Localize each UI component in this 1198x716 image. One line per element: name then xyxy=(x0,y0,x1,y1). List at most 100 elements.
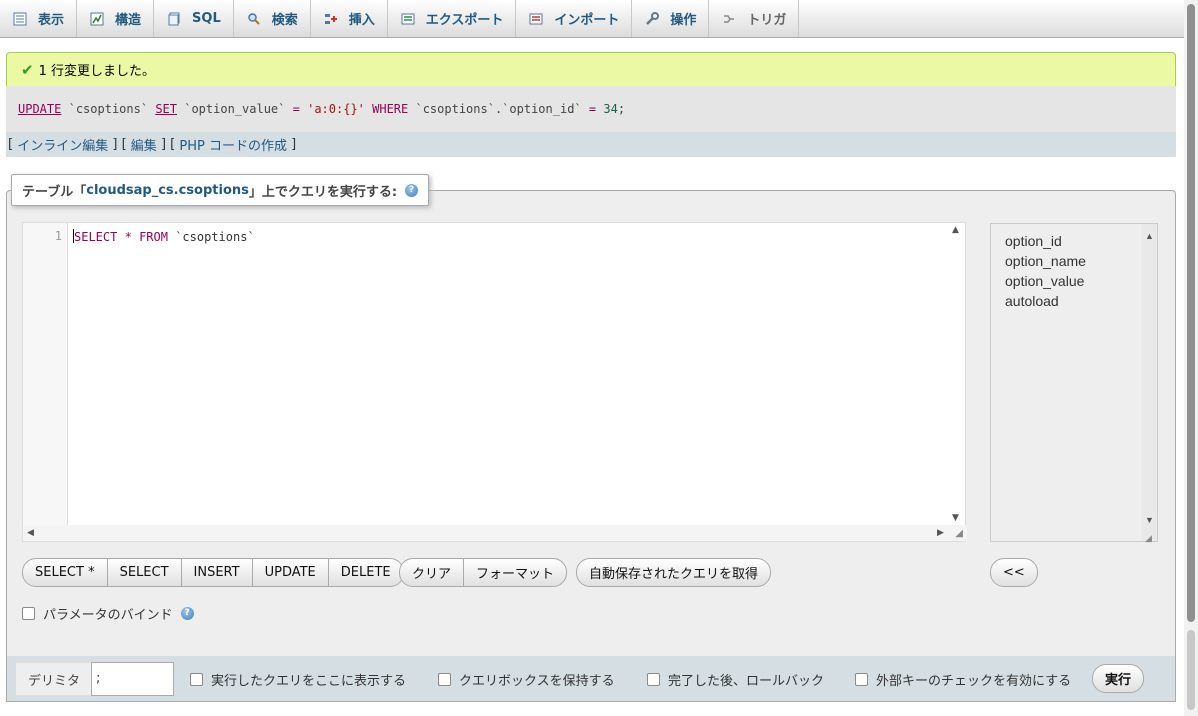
scroll-right-arrow-icon[interactable]: ▶ xyxy=(937,528,944,538)
scroll-up-arrow-icon[interactable]: ▲ xyxy=(952,225,959,235)
column-option[interactable]: option_value xyxy=(1005,271,1157,291)
bind-parameters-row: パラメータのバインド ? xyxy=(22,604,194,623)
scroll-down-arrow-icon[interactable]: ▼ xyxy=(952,513,959,523)
sql-keyword-set[interactable]: SET xyxy=(155,102,177,116)
resize-handle-icon[interactable]: ◢ xyxy=(955,528,963,539)
tab-label: インポート xyxy=(554,13,620,28)
tab-import[interactable]: インポート xyxy=(516,0,633,37)
sql-column: `option_value` xyxy=(184,102,286,116)
insert-column-button[interactable]: << xyxy=(991,559,1037,586)
execute-bar: デリミタ ; 実行したクエリをここに表示する クエリボックスを保持する 完了した… xyxy=(6,656,1176,702)
column-option[interactable]: autoload xyxy=(1005,291,1157,311)
scroll-up-arrow-icon[interactable]: ▲ xyxy=(1145,226,1154,246)
query-legend: テーブル「 cloudsap_cs.csoptions 」上でクエリを実行する: ? xyxy=(11,174,430,206)
delimiter-input[interactable]: ; xyxy=(91,662,174,696)
tab-label: SQL xyxy=(192,11,221,26)
rollback-checkbox[interactable] xyxy=(647,673,660,686)
scroll-down-arrow-icon[interactable]: ▼ xyxy=(1145,510,1154,530)
success-text: 1 行変更しました。 xyxy=(38,64,155,79)
sql-code[interactable]: SELECT * FROM `csoptions` xyxy=(73,229,255,244)
edit-link[interactable]: 編集 xyxy=(131,135,157,154)
sql-operator: = xyxy=(292,102,300,116)
bind-parameters-label[interactable]: パラメータのバインド xyxy=(43,604,173,623)
tab-bar: 表示 構造 SQL 検索 挿入 エクスポート インポート 操作 トリガ xyxy=(0,0,1184,38)
format-button[interactable]: フォーマット xyxy=(464,559,566,586)
clear-button[interactable]: クリア xyxy=(400,559,465,586)
tab-label: トリガ xyxy=(747,13,787,28)
show-query-label[interactable]: 実行したクエリをここに表示する xyxy=(211,670,406,689)
page-scrollbar[interactable] xyxy=(1184,0,1198,716)
scrollbar-track-lower xyxy=(1187,630,1195,710)
code-table: `csoptions` xyxy=(175,230,255,244)
rollback-option[interactable]: 完了した後、ロールバック xyxy=(647,670,824,689)
execute-button[interactable]: 実行 xyxy=(1092,664,1144,693)
select-star-button[interactable]: SELECT * xyxy=(23,559,108,586)
tab-triggers[interactable]: トリガ xyxy=(709,0,800,37)
tab-label: 挿入 xyxy=(348,13,375,28)
delimiter-label: デリミタ xyxy=(15,662,95,696)
column-list-scrollbar[interactable]: ▲ ▼ ◢ xyxy=(1141,224,1157,543)
code-from: FROM xyxy=(139,230,168,244)
foreign-key-option[interactable]: 外部キーのチェックを有効にする xyxy=(855,670,1071,689)
sql-table: `csoptions` xyxy=(68,102,149,116)
column-option[interactable]: option_id xyxy=(1005,231,1157,251)
help-icon[interactable]: ? xyxy=(405,183,419,197)
update-button[interactable]: UPDATE xyxy=(253,559,329,586)
retain-query-checkbox[interactable] xyxy=(438,673,451,686)
sql-string: 'a:0:{}' xyxy=(307,102,365,116)
sql-template-buttons: SELECT * SELECT INSERT UPDATE DELETE xyxy=(22,558,404,587)
bind-parameters-checkbox[interactable] xyxy=(22,607,35,620)
insert-column-group: << xyxy=(990,558,1038,587)
tab-label: エクスポート xyxy=(425,13,504,28)
get-autosaved-query-button[interactable]: 自動保存されたクエリを取得 xyxy=(577,559,770,586)
sql-keyword-where: WHERE xyxy=(372,102,409,116)
show-query-option[interactable]: 実行したクエリをここに表示する xyxy=(190,670,406,689)
code-select: SELECT xyxy=(74,230,118,244)
sql-operator: = xyxy=(588,102,597,116)
sql-semicolon: ; xyxy=(617,102,626,116)
legend-prefix: テーブル「 xyxy=(22,184,87,200)
tab-export[interactable]: エクスポート xyxy=(388,0,517,37)
create-php-link[interactable]: PHP コードの作成 xyxy=(179,135,287,154)
check-icon: ✔ xyxy=(21,60,34,79)
line-gutter: 1 xyxy=(23,223,68,527)
foreign-key-checkbox[interactable] xyxy=(855,673,868,686)
column-option[interactable]: option_name xyxy=(1005,251,1157,271)
tab-label: 表示 xyxy=(38,13,65,28)
export-icon xyxy=(400,11,416,27)
line-number: 1 xyxy=(54,229,62,243)
help-icon[interactable]: ? xyxy=(180,607,194,620)
resize-handle-icon[interactable]: ◢ xyxy=(1145,528,1152,548)
delete-button[interactable]: DELETE xyxy=(329,559,403,586)
scroll-left-arrow-icon[interactable]: ◀ xyxy=(27,528,34,538)
code-star: * xyxy=(124,230,132,244)
insert-button[interactable]: INSERT xyxy=(182,559,253,586)
tab-insert[interactable]: 挿入 xyxy=(311,0,388,37)
inline-edit-link[interactable]: インライン編集 xyxy=(17,135,108,154)
show-query-checkbox[interactable] xyxy=(190,673,203,686)
column-list[interactable]: option_id option_name option_value autol… xyxy=(990,223,1158,543)
tab-operations[interactable]: 操作 xyxy=(632,0,710,37)
tab-search[interactable]: 検索 xyxy=(234,0,311,37)
foreign-key-label[interactable]: 外部キーのチェックを有効にする xyxy=(876,670,1071,689)
retain-query-label[interactable]: クエリボックスを保持する xyxy=(459,670,615,689)
executed-sql: UPDATE `csoptions` SET `option_value` = … xyxy=(6,86,1176,132)
tab-structure[interactable]: 構造 xyxy=(77,0,155,37)
editor-horizontal-scrollbar[interactable]: ◀ ▶ xyxy=(23,525,967,541)
retain-query-option[interactable]: クエリボックスを保持する xyxy=(438,670,615,689)
sql-keyword-update[interactable]: UPDATE xyxy=(18,102,61,116)
import-icon xyxy=(528,11,544,27)
browse-icon xyxy=(12,11,28,27)
triggers-icon xyxy=(721,11,737,27)
sql-icon xyxy=(166,11,182,27)
success-message: ✔ 1 行変更しました。 xyxy=(6,52,1176,86)
tab-sql[interactable]: SQL xyxy=(154,0,234,37)
select-button[interactable]: SELECT xyxy=(108,559,182,586)
tab-browse[interactable]: 表示 xyxy=(0,0,78,37)
editor-vertical-scrollbar[interactable]: ▲ ▼ xyxy=(949,223,965,527)
scrollbar-thumb[interactable] xyxy=(1187,4,1195,622)
sql-editor[interactable]: 1 SELECT * FROM `csoptions` ▲ ▼ ◀ ▶ ◢ xyxy=(22,222,967,542)
tab-label: 操作 xyxy=(670,13,697,28)
sql-number: 34 xyxy=(603,102,618,116)
rollback-label[interactable]: 完了した後、ロールバック xyxy=(668,670,824,689)
